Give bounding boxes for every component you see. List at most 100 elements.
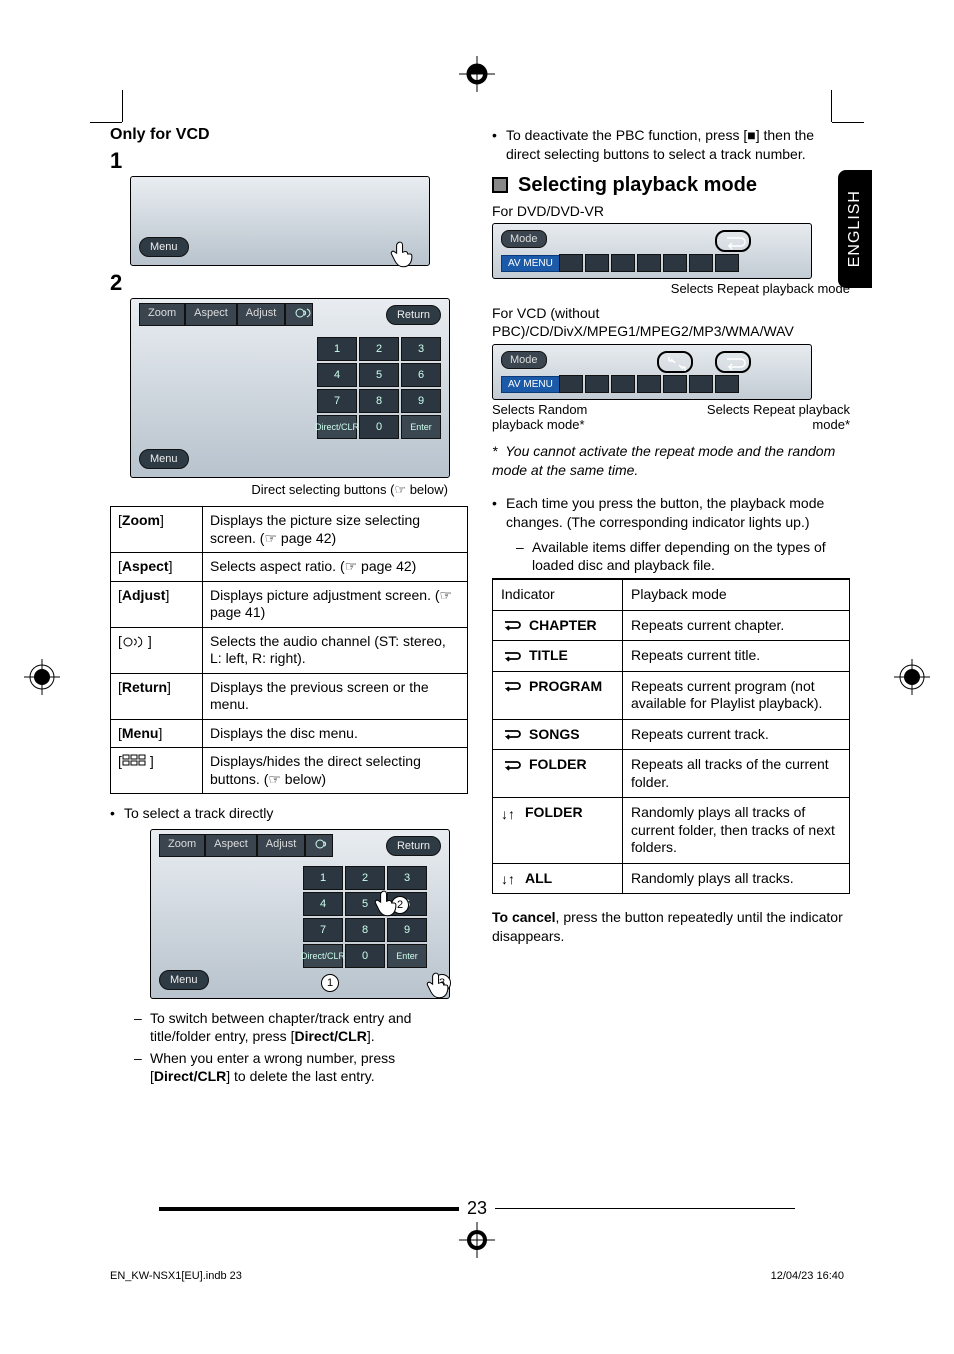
screenshot-step2: Zoom Aspect Adjust Return 1 2 3 4 5 6 7 … bbox=[130, 298, 450, 478]
bullet-each-time: Each time you press the button, the play… bbox=[492, 494, 850, 532]
tab-adjust[interactable]: Adjust bbox=[237, 303, 286, 326]
para-to-cancel: To cancel, press the button repeatedly u… bbox=[492, 908, 850, 946]
screenshot-mode-dvd: Mode AV MENU bbox=[492, 223, 812, 279]
key-1[interactable]: 1 bbox=[303, 866, 343, 890]
btn-list-icon[interactable] bbox=[585, 375, 609, 393]
tab2-audio-icon[interactable] bbox=[305, 834, 333, 857]
ind-label: TITLE bbox=[529, 647, 568, 665]
key-6[interactable]: 6 bbox=[401, 363, 441, 387]
tab2-adjust[interactable]: Adjust bbox=[257, 834, 306, 857]
callout-1: 1 bbox=[321, 974, 339, 992]
highlight-repeat-2 bbox=[715, 351, 751, 373]
tab-audio-icon[interactable] bbox=[285, 303, 313, 326]
key-8[interactable]: 8 bbox=[359, 389, 399, 413]
loop-icon bbox=[501, 618, 523, 632]
caption-repeat: Selects Repeat playback mode* bbox=[700, 402, 850, 432]
key-2[interactable]: 2 bbox=[359, 337, 399, 361]
key-1[interactable]: 1 bbox=[317, 337, 357, 361]
page-number: 23 bbox=[467, 1198, 487, 1219]
key-enter[interactable]: Enter bbox=[401, 415, 441, 439]
btn-pause-icon[interactable] bbox=[715, 375, 739, 393]
screenshot3-menu-button[interactable]: Menu bbox=[159, 970, 209, 990]
key-7[interactable]: 7 bbox=[303, 918, 343, 942]
shuffle-icon: ↓↑ bbox=[501, 871, 519, 885]
btn-next-icon[interactable] bbox=[689, 375, 713, 393]
btn-playpause-icon[interactable] bbox=[715, 254, 739, 272]
rule-left bbox=[159, 1207, 459, 1211]
to-cancel-label: To cancel bbox=[492, 909, 556, 925]
th-indicator: Indicator bbox=[493, 579, 623, 610]
btn-nextfolder-icon[interactable] bbox=[611, 375, 635, 393]
tab-return[interactable]: Return bbox=[386, 305, 441, 325]
cell-val: Displays the disc menu. bbox=[203, 719, 468, 748]
key-3[interactable]: 3 bbox=[401, 337, 441, 361]
step-2-label: 2 bbox=[110, 270, 468, 296]
ind-mode: Repeats current program (not available f… bbox=[623, 671, 850, 719]
screenshot-select-track: Zoom Aspect Adjust Return 1 2 3 4 5 6 7 … bbox=[150, 829, 450, 999]
key-0[interactable]: 0 bbox=[345, 944, 385, 968]
key-9[interactable]: 9 bbox=[401, 389, 441, 413]
loop-icon bbox=[501, 649, 523, 663]
btn-prevfolder-icon[interactable] bbox=[559, 375, 583, 393]
table-row: [Return]Displays the previous screen or … bbox=[111, 673, 468, 719]
mode-tag[interactable]: Mode bbox=[501, 230, 547, 248]
tab2-return[interactable]: Return bbox=[386, 836, 441, 856]
tab-aspect[interactable]: Aspect bbox=[185, 303, 237, 326]
footer-filename: EN_KW-NSX1[EU].indb 23 bbox=[110, 1270, 242, 1282]
btn-prev-icon[interactable] bbox=[637, 254, 661, 272]
key-7[interactable]: 7 bbox=[317, 389, 357, 413]
transport-buttons-2 bbox=[559, 375, 739, 393]
loop-icon bbox=[501, 727, 523, 741]
screenshot2-menu-button[interactable]: Menu bbox=[139, 449, 189, 469]
table-row: [Zoom]Displays the picture size selectin… bbox=[111, 507, 468, 553]
cell-key-audio-icon: [] bbox=[111, 627, 203, 673]
key-5[interactable]: 5 bbox=[359, 363, 399, 387]
btn-list-icon[interactable] bbox=[585, 254, 609, 272]
btn-prev-icon[interactable] bbox=[637, 375, 661, 393]
table-row: [Adjust]Displays picture adjustment scre… bbox=[111, 581, 468, 627]
key-4[interactable]: 4 bbox=[317, 363, 357, 387]
shuffle-icon: ↓↑ bbox=[501, 806, 519, 820]
key-enter[interactable]: Enter bbox=[387, 944, 427, 968]
key-0[interactable]: 0 bbox=[359, 415, 399, 439]
btn-next-icon[interactable] bbox=[689, 254, 713, 272]
loop-icon bbox=[501, 679, 523, 693]
direct-numpad: 1 2 3 4 5 6 7 8 9 Direct/CLR 0 Enter bbox=[317, 337, 441, 439]
lbl-adjust: Adjust bbox=[122, 587, 166, 603]
btn-play-icon[interactable] bbox=[663, 375, 687, 393]
tab-row-2: Zoom Aspect Adjust bbox=[159, 834, 333, 857]
btn-nextfolder-icon[interactable] bbox=[611, 254, 635, 272]
ind-mode: Repeats current track. bbox=[623, 719, 850, 750]
left-column: Only for VCD 1 Menu 2 Zoom Aspect Adjust… bbox=[110, 126, 468, 1090]
screenshot-menu-button[interactable]: Menu bbox=[139, 237, 189, 257]
subhead-for-dvd: For DVD/DVD-VR bbox=[492, 203, 850, 219]
key-direct-clr[interactable]: Direct/CLR bbox=[303, 944, 343, 968]
th-mode: Playback mode bbox=[623, 579, 850, 610]
cell-val: Displays the picture size selecting scre… bbox=[203, 507, 468, 553]
avmenu-button-2[interactable]: AV MENU bbox=[501, 376, 560, 393]
table-row: ↓↑FOLDERRandomly plays all tracks of cur… bbox=[493, 798, 850, 864]
note-star-text: You cannot activate the repeat mode and … bbox=[492, 443, 835, 478]
btn-stop-icon[interactable] bbox=[663, 254, 687, 272]
tab2-aspect[interactable]: Aspect bbox=[205, 834, 257, 857]
avmenu-button[interactable]: AV MENU bbox=[501, 255, 560, 272]
note-star: * You cannot activate the repeat mode an… bbox=[492, 442, 850, 480]
table-row: []Displays/hides the direct selecting bu… bbox=[111, 748, 468, 794]
table-row: TITLERepeats current title. bbox=[493, 641, 850, 672]
tab2-zoom[interactable]: Zoom bbox=[159, 834, 205, 857]
ind-label: SONGS bbox=[529, 726, 580, 744]
table-row: FOLDERRepeats all tracks of the current … bbox=[493, 750, 850, 798]
mode-tag-2[interactable]: Mode bbox=[501, 351, 547, 369]
btn-prevfolder-icon[interactable] bbox=[559, 254, 583, 272]
key-8[interactable]: 8 bbox=[345, 918, 385, 942]
page-number-bar: 23 bbox=[0, 1198, 954, 1219]
key-9[interactable]: 9 bbox=[387, 918, 427, 942]
caption-random: Selects Random playback mode* bbox=[492, 402, 642, 432]
ind-mode: Repeats all tracks of the current folder… bbox=[623, 750, 850, 798]
t1c: ]. bbox=[367, 1028, 375, 1044]
key-direct-clr[interactable]: Direct/CLR bbox=[317, 415, 357, 439]
finger-icon-2 bbox=[367, 886, 401, 920]
transport-buttons bbox=[559, 254, 739, 272]
key-4[interactable]: 4 bbox=[303, 892, 343, 916]
tab-zoom[interactable]: Zoom bbox=[139, 303, 185, 326]
